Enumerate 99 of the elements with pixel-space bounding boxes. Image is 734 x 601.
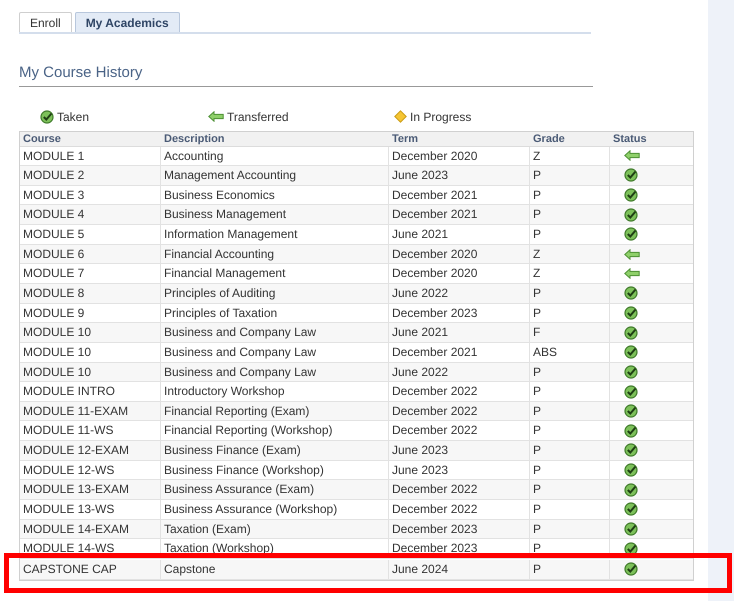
table-cell: Business Economics xyxy=(161,186,389,204)
table-cell: Taxation (Workshop) xyxy=(161,539,389,558)
table-cell: Financial Reporting (Exam) xyxy=(161,402,389,420)
table-cell: Accounting xyxy=(161,146,389,166)
table-cell: P xyxy=(530,480,610,500)
table-cell: MODULE 2 xyxy=(20,166,161,185)
table-cell: MODULE 14-EXAM xyxy=(20,520,161,538)
table-cell: Business and Company Law xyxy=(161,362,389,382)
table-cell: December 2022 xyxy=(389,421,530,440)
column-header: Status xyxy=(612,132,648,146)
table-cell: P xyxy=(530,225,610,244)
table-cell: December 2021 xyxy=(389,186,530,204)
table-cell: December 2022 xyxy=(389,480,530,500)
table-cell: Taxation (Exam) xyxy=(161,520,389,538)
table-cell: December 2021 xyxy=(389,205,530,224)
table-cell: Financial Reporting (Workshop) xyxy=(161,421,389,440)
table-cell: P xyxy=(530,421,610,440)
table-cell: Business Finance (Exam) xyxy=(161,441,389,460)
table-cell: MODULE 10 xyxy=(20,342,161,362)
table-cell: MODULE 10 xyxy=(20,323,161,342)
table-cell: December 2023 xyxy=(389,539,530,558)
table-cell: Information Management xyxy=(161,225,389,244)
table-cell: F xyxy=(530,323,610,342)
table-cell: P xyxy=(530,560,610,579)
table-cell: P xyxy=(530,402,610,420)
table-cell: CAPSTONE CAP xyxy=(20,560,161,579)
table-cell: Management Accounting xyxy=(161,166,389,185)
table-cell: P xyxy=(530,500,610,519)
table-cell: MODULE 14-WS xyxy=(20,539,161,558)
table-cell: December 2022 xyxy=(389,402,530,420)
table-cell: December 2022 xyxy=(389,500,530,519)
table-cell: Principles of Taxation xyxy=(161,304,389,322)
legend-label: Transferred xyxy=(227,108,289,126)
table-cell: December 2020 xyxy=(389,146,530,166)
table-cell: P xyxy=(530,520,610,538)
column-header: Description xyxy=(163,132,226,146)
table-cell: Business Finance (Workshop) xyxy=(161,460,389,480)
table-cell: Principles of Auditing xyxy=(161,284,389,303)
table-cell: Financial Management xyxy=(161,264,389,283)
table-cell: P xyxy=(530,441,610,460)
table-cell: June 2022 xyxy=(389,284,530,303)
table-cell: ABS xyxy=(530,342,610,362)
table-cell: P xyxy=(530,186,610,204)
table-cell: December 2021 xyxy=(389,342,530,362)
table-cell: June 2023 xyxy=(389,460,530,480)
tab[interactable]: Enroll xyxy=(19,12,72,32)
table-cell: P xyxy=(530,460,610,480)
table-cell: June 2023 xyxy=(389,166,530,185)
table-cell: June 2021 xyxy=(389,323,530,342)
table-cell: December 2023 xyxy=(389,304,530,322)
tab[interactable]: My Academics xyxy=(74,12,180,32)
table-cell: P xyxy=(530,304,610,322)
table-cell: P xyxy=(530,382,610,401)
table-cell: MODULE INTRO xyxy=(20,382,161,401)
table-cell: MODULE 10 xyxy=(20,362,161,382)
table-cell: MODULE 13-EXAM xyxy=(20,480,161,500)
table-cell: Z xyxy=(530,244,610,264)
table-cell: Business Management xyxy=(161,205,389,224)
table-cell: MODULE 13-WS xyxy=(20,500,161,519)
table-cell: MODULE 12-EXAM xyxy=(20,441,161,460)
table-cell: Financial Accounting xyxy=(161,244,389,264)
table-cell: MODULE 5 xyxy=(20,225,161,244)
table-cell: MODULE 8 xyxy=(20,284,161,303)
section-heading: My Course History xyxy=(19,62,593,86)
legend-label: In Progress xyxy=(410,108,472,126)
column-header: Course xyxy=(22,132,62,146)
table-cell: P xyxy=(530,539,610,558)
table-cell: December 2020 xyxy=(389,264,530,283)
table-cell: MODULE 7 xyxy=(20,264,161,283)
column-header: Term xyxy=(391,132,420,146)
table-cell: June 2022 xyxy=(389,362,530,382)
table-cell: Z xyxy=(530,146,610,166)
table-cell: Business Assurance (Exam) xyxy=(161,480,389,500)
table-cell: MODULE 11-WS xyxy=(20,421,161,440)
table-cell: Business and Company Law xyxy=(161,323,389,342)
table-cell: June 2023 xyxy=(389,441,530,460)
table-cell: December 2020 xyxy=(389,244,530,264)
table-cell: June 2024 xyxy=(389,560,530,579)
table-cell: December 2022 xyxy=(389,382,530,401)
table-cell: December 2023 xyxy=(389,520,530,538)
table-cell: Business Assurance (Workshop) xyxy=(161,500,389,519)
column-header: Grade xyxy=(532,132,566,146)
table-cell: P xyxy=(530,166,610,185)
table-cell: MODULE 9 xyxy=(20,304,161,322)
table-cell: MODULE 11-EXAM xyxy=(20,402,161,420)
table-cell: Z xyxy=(530,264,610,283)
table-cell: P xyxy=(530,284,610,303)
table-cell: Introductory Workshop xyxy=(161,382,389,401)
table-cell: Business and Company Law xyxy=(161,342,389,362)
table-cell: P xyxy=(530,362,610,382)
table-cell: MODULE 3 xyxy=(20,186,161,204)
table-cell: June 2021 xyxy=(389,225,530,244)
table-cell: MODULE 4 xyxy=(20,205,161,224)
table-cell: P xyxy=(530,205,610,224)
table-cell: MODULE 6 xyxy=(20,244,161,264)
legend-label: Taken xyxy=(57,108,90,126)
table-cell: Capstone xyxy=(161,560,389,579)
table-cell: MODULE 12-WS xyxy=(20,460,161,480)
table-cell: MODULE 1 xyxy=(20,146,161,166)
